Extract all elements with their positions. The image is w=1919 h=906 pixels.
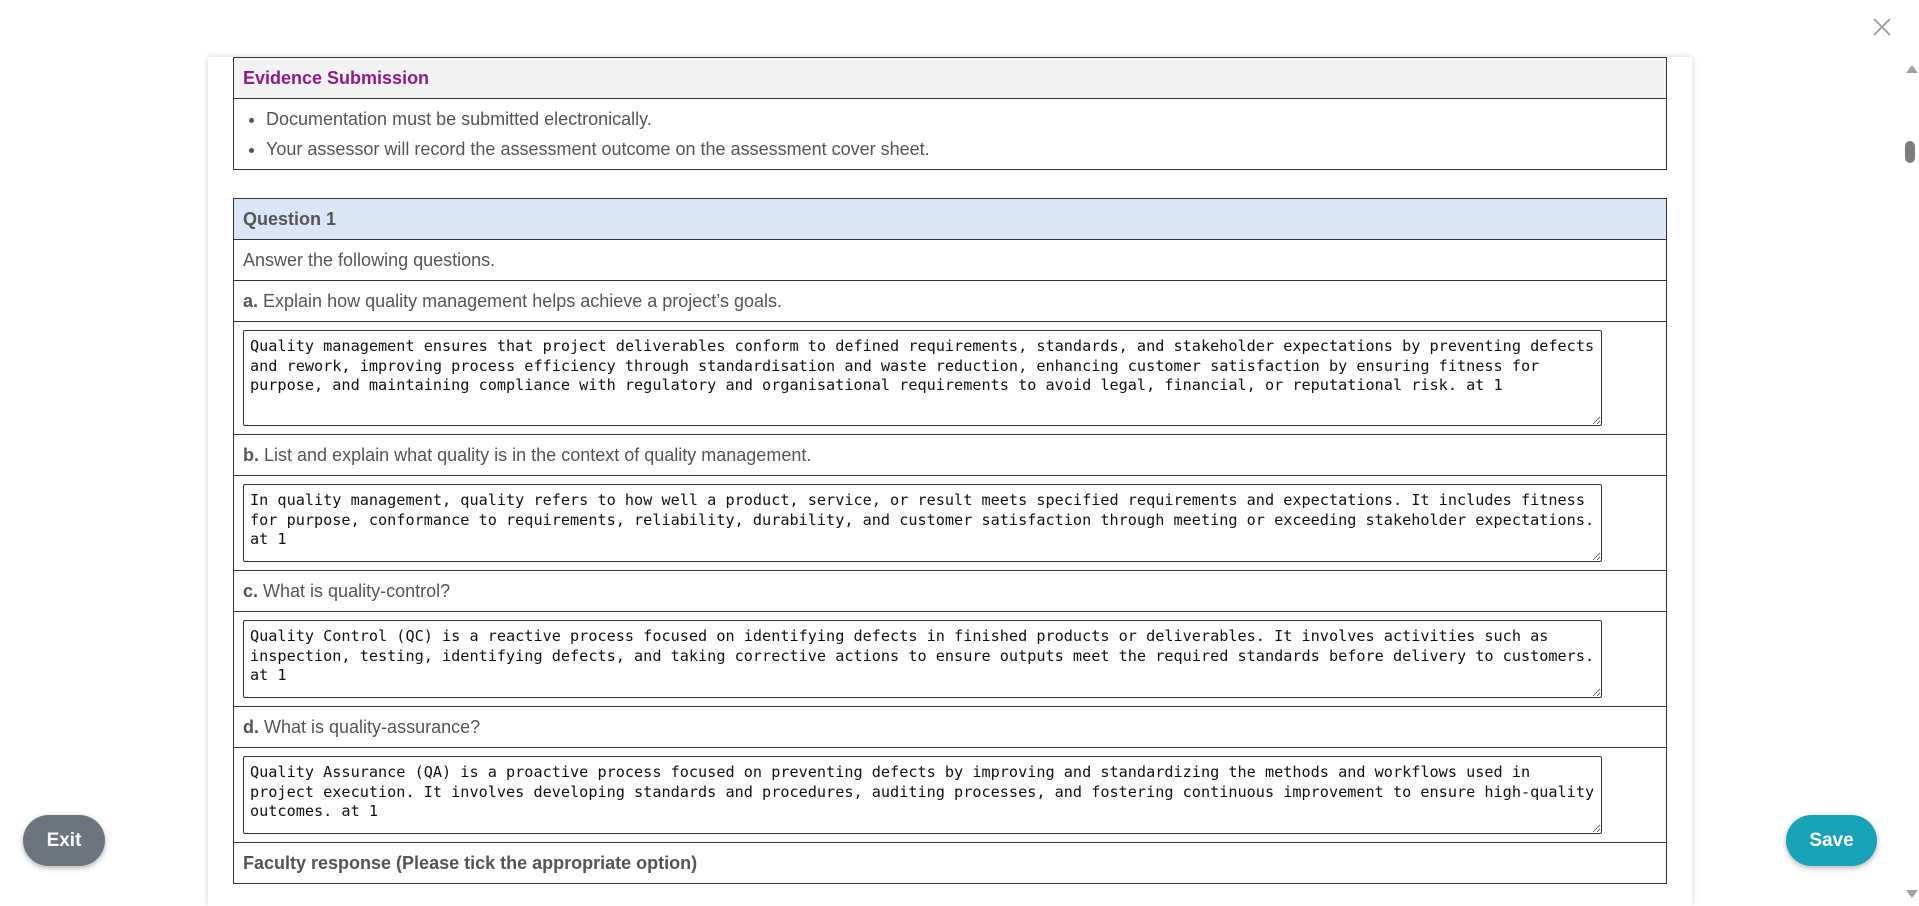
- scroll-up-arrow-icon[interactable]: [1906, 65, 1918, 73]
- question-letter: a.: [243, 290, 259, 311]
- question-letter: b.: [243, 444, 259, 465]
- evidence-bullet: Your assessor will record the assessment…: [266, 134, 1657, 164]
- answer-textarea-b[interactable]: In quality management, quality refers to…: [243, 484, 1602, 562]
- faculty-response-title: Faculty response (Please tick the approp…: [243, 852, 698, 873]
- save-button[interactable]: Save: [1786, 815, 1877, 866]
- question-text: List and explain what quality is in the …: [264, 444, 812, 465]
- question-text: What is quality-control?: [263, 580, 451, 601]
- question-prompt-a: a. Explain how quality management helps …: [233, 280, 1667, 322]
- question-text: What is quality-assurance?: [264, 716, 481, 737]
- question-letter: d.: [243, 716, 259, 737]
- question-text: Explain how quality management helps ach…: [263, 290, 783, 311]
- answer-cell-c: Quality Control (QC) is a reactive proce…: [233, 611, 1667, 707]
- evidence-header-cell: Evidence Submission: [233, 57, 1667, 99]
- exit-button[interactable]: Exit: [23, 815, 105, 866]
- evidence-bullets-cell: Documentation must be submitted electron…: [233, 98, 1667, 170]
- modal-top-bar: [0, 0, 1919, 57]
- answer-cell-b: In quality management, quality refers to…: [233, 475, 1667, 571]
- question-title: Question 1: [243, 208, 337, 229]
- answer-textarea-a[interactable]: Quality management ensures that project …: [243, 330, 1602, 426]
- page-scrollbar[interactable]: [1902, 57, 1919, 906]
- evidence-title: Evidence Submission: [243, 67, 430, 88]
- answer-textarea-c[interactable]: Quality Control (QC) is a reactive proce…: [243, 620, 1602, 698]
- answer-cell-d: Quality Assurance (QA) is a proactive pr…: [233, 747, 1667, 843]
- evidence-bullet-list: Documentation must be submitted electron…: [243, 104, 1657, 164]
- question-prompt-c: c. What is quality-control?: [233, 570, 1667, 612]
- close-icon[interactable]: [1871, 16, 1893, 38]
- assessment-sheet: Evidence Submission Documentation must b…: [208, 57, 1692, 906]
- answer-textarea-d[interactable]: Quality Assurance (QA) is a proactive pr…: [243, 756, 1602, 834]
- faculty-response-header: Faculty response (Please tick the approp…: [233, 842, 1667, 884]
- question-letter: c.: [243, 580, 259, 601]
- question-instruction: Answer the following questions.: [233, 239, 1667, 281]
- question-header-cell: Question 1: [233, 198, 1667, 240]
- assessment-content: Evidence Submission Documentation must b…: [233, 57, 1667, 884]
- scroll-down-arrow-icon[interactable]: [1906, 890, 1918, 898]
- question-1-table: Question 1 Answer the following question…: [233, 198, 1667, 884]
- evidence-bullet: Documentation must be submitted electron…: [266, 104, 1657, 134]
- question-prompt-d: d. What is quality-assurance?: [233, 706, 1667, 748]
- evidence-submission-table: Evidence Submission Documentation must b…: [233, 57, 1667, 170]
- scrollbar-thumb[interactable]: [1905, 141, 1915, 163]
- answer-cell-a: Quality management ensures that project …: [233, 321, 1667, 435]
- question-prompt-b: b. List and explain what quality is in t…: [233, 434, 1667, 476]
